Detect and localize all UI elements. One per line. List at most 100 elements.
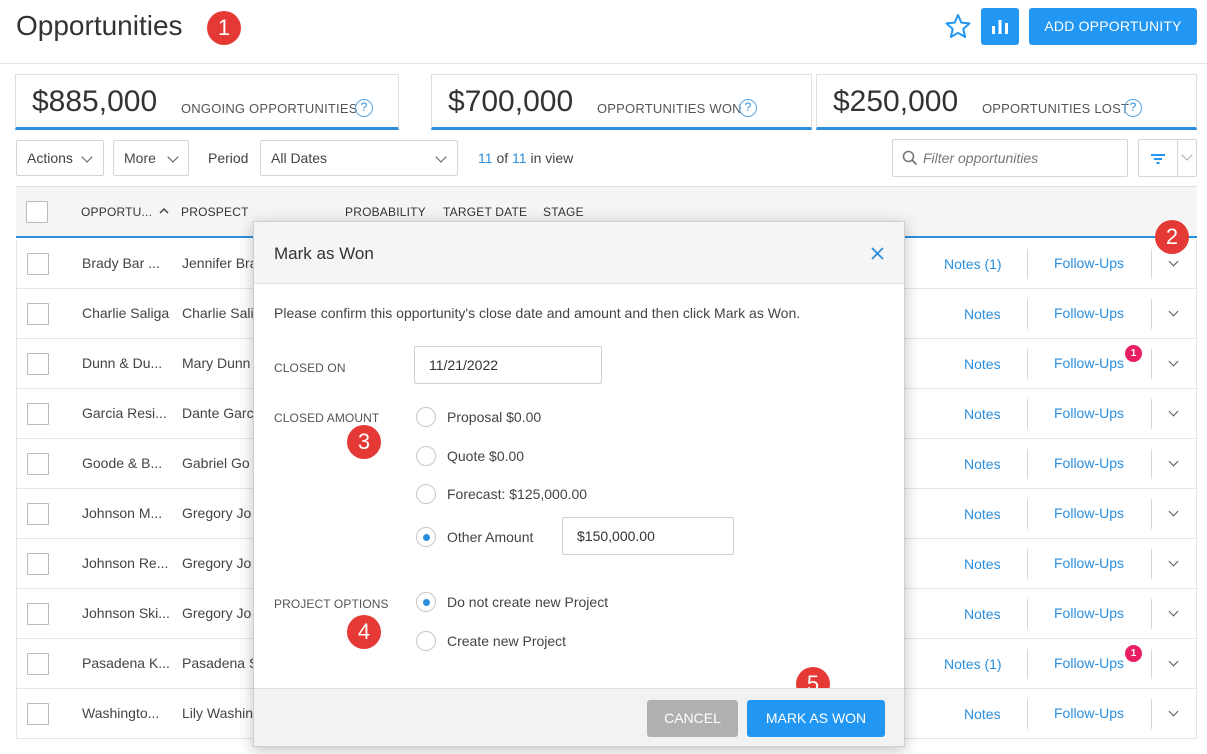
prospect-name[interactable]: Gabriel Go (182, 455, 250, 471)
follow-ups-link[interactable]: Follow-Ups (1054, 355, 1124, 371)
opportunity-name[interactable]: Dunn & Du... (82, 355, 162, 371)
row-checkbox[interactable] (27, 303, 49, 325)
divider (1151, 699, 1152, 729)
other-amount-field[interactable]: $150,000.00 (562, 517, 734, 555)
row-checkbox[interactable] (27, 703, 49, 725)
row-checkbox[interactable] (27, 403, 49, 425)
radio-forecast-amount[interactable] (416, 484, 436, 504)
opportunity-name[interactable]: Garcia Resi... (82, 405, 167, 421)
radio-proposal-amount[interactable] (416, 407, 436, 427)
opportunity-name[interactable]: Johnson Re... (82, 555, 168, 571)
column-opportunity[interactable]: OPPORTU... (81, 205, 152, 219)
notes-link[interactable]: Notes (964, 706, 1001, 722)
row-checkbox[interactable] (27, 653, 49, 675)
column-stage[interactable]: STAGE (543, 205, 584, 219)
prospect-name[interactable]: Dante Garc (182, 405, 254, 421)
notes-link[interactable]: Notes (964, 506, 1001, 522)
radio-create-new-project[interactable] (416, 631, 436, 651)
row-checkbox[interactable] (27, 553, 49, 575)
row-expand-chevron-icon[interactable] (1168, 556, 1179, 567)
row-checkbox[interactable] (27, 453, 49, 475)
follow-ups-link[interactable]: Follow-Ups (1054, 505, 1124, 521)
row-expand-chevron-icon[interactable] (1168, 356, 1179, 367)
opportunity-name[interactable]: Brady Bar ... (82, 255, 160, 271)
period-label: Period (208, 150, 249, 166)
bar-chart-icon (992, 20, 1008, 34)
row-expand-chevron-icon[interactable] (1168, 306, 1179, 317)
follow-ups-link[interactable]: Follow-Ups (1054, 655, 1124, 671)
row-expand-chevron-icon[interactable] (1168, 256, 1179, 267)
chevron-down-icon (167, 151, 179, 163)
divider (1027, 249, 1028, 279)
opportunity-name[interactable]: Washingto... (82, 705, 159, 721)
row-expand-chevron-icon[interactable] (1168, 456, 1179, 467)
column-target-date[interactable]: TARGET DATE (443, 205, 527, 219)
prospect-name[interactable]: Charlie Sali (182, 305, 254, 321)
dialog-title: Mark as Won (274, 244, 374, 263)
row-checkbox[interactable] (27, 353, 49, 375)
stat-label: OPPORTUNITIES LOST (982, 101, 1130, 116)
notes-link[interactable]: Notes (964, 556, 1001, 572)
favorite-button[interactable] (942, 10, 974, 44)
follow-ups-link[interactable]: Follow-Ups (1054, 705, 1124, 721)
close-button[interactable] (868, 242, 888, 264)
prospect-name[interactable]: Lily Washin (182, 705, 253, 721)
add-opportunity-button[interactable]: ADD OPPORTUNITY (1029, 8, 1197, 45)
prospect-name[interactable]: Gregory Jo (182, 555, 251, 571)
prospect-name[interactable]: Mary Dunn (182, 355, 250, 371)
period-select[interactable]: All Dates (260, 140, 458, 176)
closed-amount-label: CLOSED AMOUNT (274, 411, 380, 425)
prospect-name[interactable]: Jennifer Bra (182, 255, 257, 271)
opportunity-name[interactable]: Pasadena K... (82, 655, 170, 671)
mark-as-won-button[interactable]: MARK AS WON (747, 700, 885, 737)
select-all-checkbox[interactable] (26, 201, 48, 223)
period-value: All Dates (271, 150, 328, 166)
follow-ups-link[interactable]: Follow-Ups (1054, 555, 1124, 571)
opportunity-name[interactable]: Johnson Ski... (82, 605, 170, 621)
row-checkbox[interactable] (27, 503, 49, 525)
help-icon[interactable]: ? (1124, 99, 1142, 117)
notes-link[interactable]: Notes (964, 606, 1001, 622)
follow-ups-link[interactable]: Follow-Ups (1054, 455, 1124, 471)
notes-link[interactable]: Notes (964, 456, 1001, 472)
follow-ups-link[interactable]: Follow-Ups (1054, 405, 1124, 421)
notes-link[interactable]: Notes (964, 356, 1001, 372)
follow-ups-link[interactable]: Follow-Ups (1054, 255, 1124, 271)
stat-amount: $700,000 (448, 85, 574, 118)
filter-options-button[interactable] (1138, 139, 1197, 177)
help-icon[interactable]: ? (355, 99, 373, 117)
help-icon[interactable]: ? (739, 99, 757, 117)
row-checkbox[interactable] (27, 253, 49, 275)
reports-button[interactable] (981, 8, 1019, 45)
row-expand-chevron-icon[interactable] (1168, 406, 1179, 417)
column-probability[interactable]: PROBABILITY (345, 205, 426, 219)
follow-ups-link[interactable]: Follow-Ups (1054, 605, 1124, 621)
notes-link[interactable]: Notes (964, 306, 1001, 322)
in-view-count: 11 of 11 in view (478, 150, 573, 166)
row-expand-chevron-icon[interactable] (1168, 656, 1179, 667)
row-expand-chevron-icon[interactable] (1168, 506, 1179, 517)
prospect-name[interactable]: Gregory Jo (182, 605, 251, 621)
radio-quote-amount[interactable] (416, 446, 436, 466)
row-checkbox[interactable] (27, 603, 49, 625)
prospect-name[interactable]: Gregory Jo (182, 505, 251, 521)
opportunity-name[interactable]: Charlie Saliga (82, 305, 169, 321)
sort-ascending-icon[interactable] (158, 205, 170, 217)
opportunity-name[interactable]: Goode & B... (82, 455, 162, 471)
opportunity-name[interactable]: Johnson M... (82, 505, 162, 521)
column-prospect[interactable]: PROSPECT (181, 205, 249, 219)
prospect-name[interactable]: Pasadena S (182, 655, 258, 671)
follow-ups-link[interactable]: Follow-Ups (1054, 305, 1124, 321)
cancel-button[interactable]: CANCEL (647, 700, 738, 737)
radio-other-amount[interactable] (416, 527, 436, 547)
notes-link[interactable]: Notes (964, 406, 1001, 422)
notes-link[interactable]: Notes (1) (944, 656, 1002, 672)
actions-dropdown[interactable]: Actions (16, 140, 104, 176)
radio-no-new-project[interactable] (416, 592, 436, 612)
row-expand-chevron-icon[interactable] (1168, 706, 1179, 717)
filter-input[interactable] (923, 140, 1123, 176)
closed-on-date-field[interactable]: 11/21/2022 (414, 346, 602, 384)
notes-link[interactable]: Notes (1) (944, 256, 1002, 272)
more-dropdown[interactable]: More (113, 140, 189, 176)
row-expand-chevron-icon[interactable] (1168, 606, 1179, 617)
